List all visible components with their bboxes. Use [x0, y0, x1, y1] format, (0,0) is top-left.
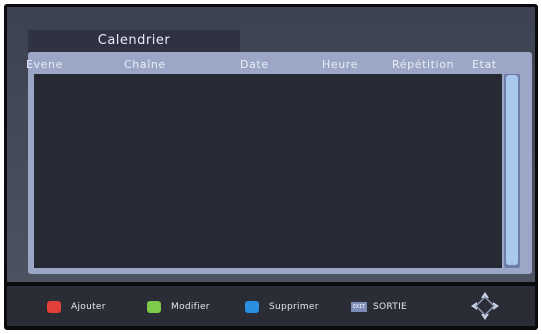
directional-pad-icon — [471, 292, 499, 320]
column-header-channel: Chaîne — [124, 58, 166, 71]
column-header-repeat: Répétition — [392, 58, 455, 71]
exit-key-icon: EXIT — [351, 302, 367, 312]
add-key[interactable]: Ajouter — [47, 300, 106, 314]
scrollbar-thumb[interactable] — [506, 75, 518, 265]
column-header-status: Etat — [472, 58, 497, 71]
column-header-time: Heure — [322, 58, 359, 71]
column-header-event: Evene — [26, 58, 63, 71]
green-key-icon — [147, 301, 161, 313]
blue-key-icon — [245, 301, 259, 313]
modify-key-label: Modifier — [171, 302, 210, 312]
exit-key-label: SORTIE — [373, 302, 408, 312]
add-key-label: Ajouter — [71, 302, 106, 312]
list-scrollbar[interactable] — [504, 74, 520, 268]
exit-key[interactable]: EXIT SORTIE — [351, 300, 407, 314]
column-header-date: Date — [240, 58, 269, 71]
tv-screen: Calendrier Evene Chaîne Date Heure Répét… — [4, 4, 538, 330]
footer-key-bar: Ajouter Modifier Supprimer EXIT SORTIE — [7, 286, 535, 326]
modify-key[interactable]: Modifier — [147, 300, 210, 314]
delete-key[interactable]: Supprimer — [245, 300, 319, 314]
red-key-icon — [47, 301, 61, 313]
delete-key-label: Supprimer — [269, 302, 319, 312]
page-title: Calendrier — [28, 30, 240, 52]
timer-list[interactable] — [34, 74, 502, 268]
